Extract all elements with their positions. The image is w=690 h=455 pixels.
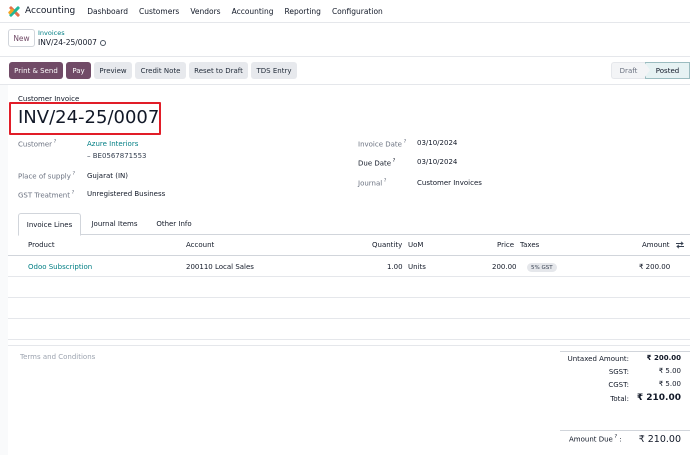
total-label: Total: (610, 395, 629, 403)
col-uom[interactable]: UoM (408, 241, 423, 249)
cgst-label: CGST: (608, 381, 629, 389)
optional-columns-icon[interactable] (676, 241, 684, 249)
action-bar: Print & Send Pay Preview Credit Note Res… (0, 57, 690, 85)
customer-label: Customer ? (18, 139, 57, 149)
invoice-date-field[interactable]: 03/10/2024 (417, 139, 457, 147)
row-price[interactable]: 200.00 (492, 263, 517, 271)
tab-invoice-lines[interactable]: Invoice Lines (18, 213, 81, 236)
sgst-label: SGST: (608, 368, 629, 376)
sgst-amount: ₹ 5.00 (658, 367, 681, 375)
col-taxes[interactable]: Taxes (520, 241, 539, 249)
col-price[interactable]: Price (497, 241, 514, 249)
total-amount: ₹ 210.00 (636, 393, 681, 403)
journal-field[interactable]: Customer Invoices (417, 179, 482, 187)
row-product[interactable]: Odoo Subscription (28, 263, 92, 271)
nav-accounting[interactable]: Accounting (232, 7, 274, 16)
place-of-supply-field[interactable]: Gujarat (IN) (87, 172, 128, 180)
gst-treatment-label: GST Treatment ? (18, 190, 75, 200)
terms-field[interactable]: Terms and Conditions (20, 353, 95, 361)
table-row-empty[interactable] (8, 277, 690, 298)
row-uom[interactable]: Units (408, 263, 426, 271)
section-divider (8, 345, 690, 346)
customer-vat: – BE0567871553 (87, 152, 147, 160)
customer-field[interactable]: Azure Interiors (87, 140, 138, 148)
col-account[interactable]: Account (186, 241, 214, 249)
amount-due-divider (560, 430, 690, 431)
amount-due-value: ₹ 210.00 (638, 434, 681, 445)
amount-due-label: Amount Due ? : (569, 434, 622, 444)
breadcrumb-current-label: INV/24-25/0007 (38, 38, 97, 47)
status-draft[interactable]: Draft (611, 62, 645, 79)
breadcrumb-invoices-link[interactable]: Invoices (38, 29, 65, 37)
tab-journal-items[interactable]: Journal Items (81, 213, 148, 235)
row-amount: ₹ 200.00 (639, 263, 671, 271)
preview-button[interactable]: Preview (94, 62, 132, 79)
untaxed-amount: ₹ 200.00 (646, 354, 681, 362)
col-amount[interactable]: Amount (642, 241, 670, 249)
credit-note-button[interactable]: Credit Note (135, 62, 186, 79)
journal-label: Journal ? (358, 178, 387, 188)
app-name[interactable]: Accounting (25, 6, 75, 16)
row-quantity[interactable]: 1.00 (387, 263, 403, 271)
tax-badge[interactable]: 5% GST (527, 263, 557, 272)
table-row[interactable]: Odoo Subscription 200110 Local Sales 1.0… (8, 256, 690, 277)
nav-vendors[interactable]: Vendors (190, 7, 220, 16)
highlight-box (9, 102, 161, 135)
place-of-supply-label: Place of supply ? (18, 171, 76, 181)
status-bar: Draft Posted (611, 62, 690, 79)
untaxed-label: Untaxed Amount: (567, 355, 629, 363)
status-posted[interactable]: Posted (645, 62, 690, 79)
reset-to-draft-button[interactable]: Reset to Draft (189, 62, 248, 79)
nav-configuration[interactable]: Configuration (332, 7, 383, 16)
table-row-empty[interactable] (8, 319, 690, 340)
invoice-date-label: Invoice Date ? (358, 139, 407, 149)
breadcrumb-current: INV/24-25/0007 (38, 38, 106, 47)
cgst-amount: ₹ 5.00 (658, 380, 681, 388)
notebook-tabs: Invoice Lines Journal Items Other Info (18, 213, 690, 236)
tds-entry-button[interactable]: TDS Entry (251, 62, 297, 79)
invoice-lines-header: Product Account Quantity UoM Price Taxes… (8, 235, 690, 256)
col-product[interactable]: Product (28, 241, 55, 249)
nav-reporting[interactable]: Reporting (284, 7, 320, 16)
nav-dashboard[interactable]: Dashboard (87, 7, 128, 16)
tab-other-info[interactable]: Other Info (148, 213, 200, 235)
gst-treatment-field[interactable]: Unregistered Business (87, 190, 165, 198)
row-account[interactable]: 200110 Local Sales (186, 263, 254, 271)
print-send-button[interactable]: Print & Send (9, 62, 63, 79)
app-logo-icon[interactable] (7, 5, 21, 18)
top-navbar: Accounting Dashboard Customers Vendors A… (0, 0, 690, 23)
due-date-label: Due Date ? (358, 158, 396, 168)
table-row-empty[interactable] (8, 298, 690, 319)
control-panel: New Invoices INV/24-25/0007 (0, 23, 690, 57)
col-quantity[interactable]: Quantity (372, 241, 402, 249)
nav-customers[interactable]: Customers (139, 7, 179, 16)
gear-icon[interactable] (99, 39, 106, 46)
due-date-field[interactable]: 03/10/2024 (417, 158, 457, 166)
pay-button[interactable]: Pay (66, 62, 91, 79)
new-button[interactable]: New (8, 29, 35, 47)
tax-totals: Untaxed Amount: ₹ 200.00 SGST: ₹ 5.00 CG… (560, 351, 690, 406)
